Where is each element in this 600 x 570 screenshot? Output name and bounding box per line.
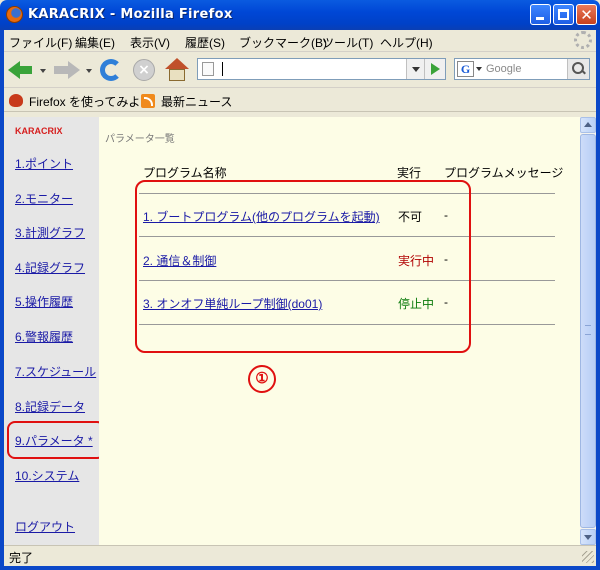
- column-header-program-name: プログラム名称: [143, 166, 227, 180]
- brand-logo: KARACRIX: [15, 126, 63, 136]
- sidebar: KARACRIX 1.ポイント 2.モニター 3.計測グラフ 4.記録グラフ 5…: [5, 117, 99, 545]
- column-header-program-message: プログラムメッセージ: [444, 166, 564, 180]
- forward-button[interactable]: [52, 57, 82, 83]
- sidebar-highlight-annotation: [7, 421, 105, 459]
- google-engine-icon[interactable]: G: [457, 61, 474, 77]
- menu-view[interactable]: 表示(V): [130, 34, 170, 51]
- home-icon: [165, 58, 189, 69]
- text-caret: [222, 62, 223, 76]
- sidebar-item-schedule[interactable]: 7.スケジュール: [15, 363, 96, 380]
- search-input[interactable]: Google: [486, 63, 521, 75]
- forward-arrow-icon: [68, 61, 80, 79]
- activity-throbber-icon: [574, 31, 592, 49]
- main-panel: パラメータ一覧 プログラム名称 実行 プログラムメッセージ 1. ブートプログラ…: [99, 117, 580, 545]
- back-history-dropdown[interactable]: [40, 69, 46, 73]
- back-button[interactable]: [6, 57, 36, 83]
- window-frame-bottom: [0, 566, 600, 570]
- minimize-icon: [536, 17, 544, 20]
- minimize-button[interactable]: [530, 4, 551, 25]
- reload-button[interactable]: [98, 57, 124, 83]
- close-icon: ✕: [580, 6, 593, 24]
- title-bar: KARACRIX - Mozilla Firefox ✕: [0, 0, 600, 30]
- status-text: 完了: [9, 551, 34, 565]
- menu-edit[interactable]: 編集(E): [75, 34, 115, 51]
- resize-grip-icon[interactable]: [582, 551, 594, 563]
- status-bar: 完了: [4, 545, 596, 566]
- sidebar-item-measurement-graph[interactable]: 3.計測グラフ: [15, 224, 85, 241]
- bookmark-getting-started[interactable]: Firefox を使ってみよう: [29, 93, 152, 110]
- bookmark-latest-news[interactable]: 最新ニュース: [161, 93, 232, 110]
- firefox-bookmark-icon: [9, 94, 23, 107]
- scrollbar-thumb[interactable]: [580, 134, 596, 528]
- sidebar-item-operation-history[interactable]: 5.操作履歴: [15, 293, 73, 310]
- scroll-down-button[interactable]: [580, 529, 596, 545]
- table-highlight-annotation: [135, 180, 471, 353]
- address-bar[interactable]: [197, 58, 446, 80]
- vertical-scrollbar[interactable]: [580, 117, 596, 545]
- go-button[interactable]: [424, 59, 445, 79]
- maximize-button[interactable]: [553, 4, 574, 25]
- sidebar-item-alarm-history[interactable]: 6.警報履歴: [15, 328, 73, 345]
- home-button[interactable]: [164, 57, 190, 83]
- menu-tools[interactable]: ツール(T): [322, 34, 373, 51]
- stop-button[interactable]: ×: [131, 57, 157, 83]
- callout-number-badge: ①: [248, 365, 276, 393]
- stop-icon: ×: [133, 59, 155, 81]
- bookmarks-toolbar: Firefox を使ってみよう 最新ニュース: [0, 88, 600, 112]
- search-bar[interactable]: G Google: [454, 58, 590, 80]
- sidebar-item-monitor[interactable]: 2.モニター: [15, 190, 73, 207]
- sidebar-item-system[interactable]: 10.システム: [15, 467, 79, 484]
- window-title: KARACRIX - Mozilla Firefox: [28, 7, 233, 22]
- menu-file[interactable]: ファイル(F): [9, 34, 72, 51]
- close-button[interactable]: ✕: [576, 4, 597, 25]
- window-frame-left: [0, 30, 4, 570]
- column-header-execution: 実行: [397, 166, 422, 180]
- reload-icon: [100, 59, 122, 81]
- sidebar-item-point[interactable]: 1.ポイント: [15, 155, 73, 172]
- page-title: パラメータ一覧: [105, 134, 175, 145]
- sidebar-item-record-data[interactable]: 8.記録データ: [15, 398, 85, 415]
- maximize-icon: [558, 9, 569, 20]
- search-icon[interactable]: [567, 59, 589, 79]
- forward-history-dropdown[interactable]: [86, 69, 92, 73]
- sidebar-item-record-graph[interactable]: 4.記録グラフ: [15, 259, 85, 276]
- page-icon: [202, 62, 214, 76]
- page-content: KARACRIX 1.ポイント 2.モニター 3.計測グラフ 4.記録グラフ 5…: [5, 117, 580, 545]
- menu-history[interactable]: 履歴(S): [185, 34, 225, 51]
- address-dropdown-button[interactable]: [406, 59, 424, 79]
- menu-bar: ファイル(F) 編集(E) 表示(V) 履歴(S) ブックマーク(B) ツール(…: [0, 30, 600, 52]
- search-engine-dropdown[interactable]: [476, 67, 482, 71]
- firefox-logo-icon: [6, 6, 23, 23]
- menu-help[interactable]: ヘルプ(H): [380, 34, 433, 51]
- rss-feed-icon: [141, 94, 155, 108]
- window-frame-right: [596, 30, 600, 570]
- menu-bookmarks[interactable]: ブックマーク(B): [239, 34, 327, 51]
- scroll-up-button[interactable]: [580, 117, 596, 133]
- logout-link[interactable]: ログアウト: [15, 518, 75, 535]
